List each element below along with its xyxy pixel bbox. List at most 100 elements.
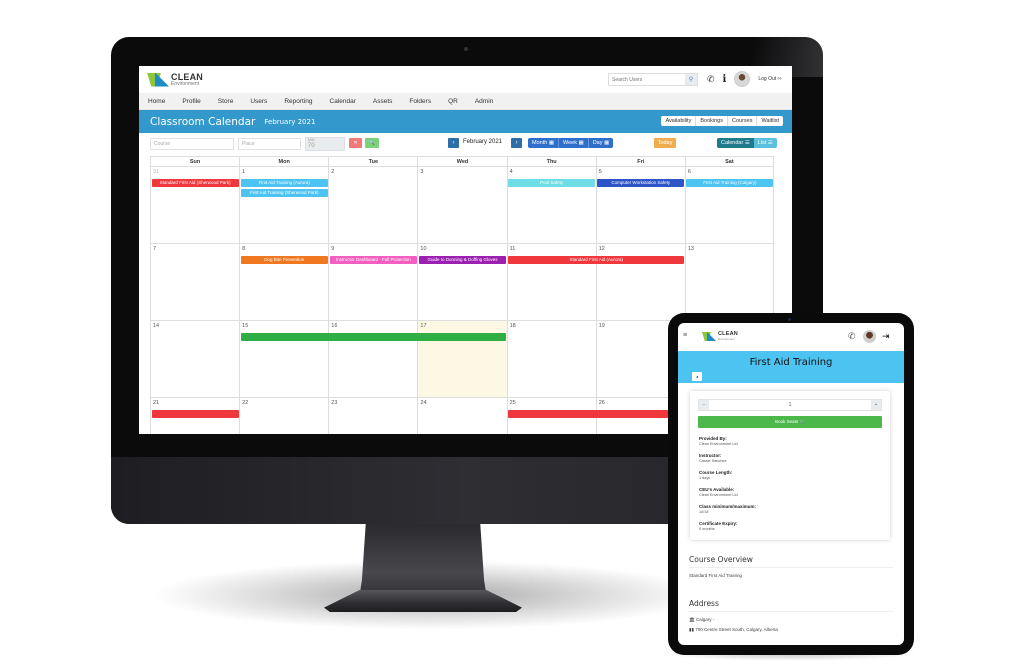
calendar-view-toggle[interactable]: Calendar ☰ [717,138,754,148]
course-filter-input[interactable]: Course [150,138,234,150]
nav-profile[interactable]: Profile [182,98,200,105]
day-number: 5 [598,169,602,175]
field-provided-by: Provided By: Clean Environment Ltd [699,436,738,446]
calendar-day-cell[interactable]: 23 [328,398,417,434]
day-number: 22 [242,400,249,406]
calendar-event[interactable]: Instructor Dashboard - Fall Protection [329,256,417,264]
day-number: 6 [687,169,691,175]
calendar-event[interactable]: Pool Safety [508,179,596,187]
nav-folders[interactable]: Folders [409,98,431,105]
min-seats-input[interactable]: MIN 70 [305,137,345,151]
weekday-fri: Fri [595,157,685,167]
day-number: 18 [509,323,516,329]
field-value: Clean Environment Ltd [699,493,738,497]
field-label: Certificate Expiry: [699,521,738,526]
calendar-week: 7 8 9 10 11 12 13 Dog Bite Prevention Instructor… [150,244,774,321]
calendar-day-cell[interactable]: 24 [417,398,506,434]
nav-qr[interactable]: QR [448,98,458,105]
next-month-button[interactable]: › [511,138,522,148]
tab-availability[interactable]: Availability [661,116,697,126]
place-filter-input[interactable]: Place [238,138,301,150]
calendar-event[interactable]: Guide to Donning & Doffing Gloves [418,256,507,264]
view-week-button[interactable]: Week ▦ [559,138,589,148]
day-number: 31 [153,169,160,175]
field-course-length: Course Length: 1 days [699,470,732,480]
user-avatar[interactable] [863,330,876,343]
calendar-event[interactable]: Standard First Aid (Aurora) [508,256,685,264]
course-title: First Aid Training [749,357,833,368]
search-users-input[interactable] [609,74,685,85]
tablet-frame: ≡ CLEAN Environment ✆ ⇥ First Aid Traini… [668,313,914,655]
calendar-event[interactable]: Computer Workstation Safety [597,179,685,187]
tab-courses[interactable]: Courses [728,116,758,126]
info-icon[interactable]: i [723,74,727,85]
hamburger-menu-icon[interactable]: ≡ [683,332,687,339]
logo-mark-icon [702,332,717,341]
calendar-event[interactable]: First Aid Training (Sherwood Park) [240,189,328,197]
decrement-button[interactable]: − [699,400,709,410]
prev-month-button[interactable]: ‹ [448,138,459,148]
phone-icon[interactable]: ✆ [707,74,715,85]
user-avatar[interactable] [734,71,751,87]
booking-card: − 1 + Book Seats 🛒 Provided By: Clean En… [690,391,890,540]
calendar-event[interactable] [240,333,507,341]
logo[interactable]: CLEAN Environment [147,72,203,87]
calendar-day-cell[interactable]: 3 [417,167,506,243]
field-ceus: CEU's Available: Clean Environment Ltd [699,487,738,497]
book-seats-button[interactable]: Book Seats 🛒 [698,416,882,428]
today-button[interactable]: Today [654,138,676,148]
nav-store[interactable]: Store [218,98,234,105]
day-number: 17 [420,323,427,329]
day-number: 11 [509,246,516,252]
calendar-event[interactable] [151,410,239,418]
nav-calendar[interactable]: Calendar [330,98,356,105]
tab-waitlist[interactable]: Waitlist [757,116,783,126]
tablet-camera [788,318,791,321]
search-icon[interactable]: ⚲ [685,74,697,85]
min-value: 70 [308,143,315,149]
view-month-button[interactable]: Month ▦ [528,138,560,148]
address-street[interactable]: ▮▮ 700 Centre Street South, Calgary, Alb… [689,627,893,633]
calendar-event[interactable]: First Aid Training (Aurora) [240,179,328,187]
day-number: 4 [509,169,513,175]
calendar-day-cell[interactable]: 18 [506,321,596,397]
field-instructor: Instructor: Cassie Sanchez [699,453,726,463]
nav-users[interactable]: Users [250,98,267,105]
day-number: 1 [242,169,246,175]
quantity-value[interactable]: 1 [709,400,871,410]
increment-button[interactable]: + [871,400,881,410]
logo-subtitle: Environment [171,80,200,87]
calendar-event[interactable]: Standard First Aid (Sherwood Park) [151,179,239,187]
calendar-day-cell[interactable]: 22 [239,398,328,434]
tablet-logo-subtitle: Environment [718,336,735,341]
calendar-day-cell[interactable]: 13 [684,244,774,320]
field-label: Instructor: [699,453,722,458]
list-view-toggle[interactable]: List ☰ [753,138,777,148]
min-label: MIN [308,138,315,142]
calendar-event[interactable]: Dog Bite Prevention [240,256,328,264]
view-day-button[interactable]: Day ▦ [589,138,614,148]
search-filter-button[interactable]: 🔍 [365,138,379,148]
phone-icon[interactable]: ✆ [848,331,856,342]
subtabs: Availability Bookings Courses Waitlist [661,116,783,126]
calendar-day-cell[interactable]: 2 [328,167,417,243]
calendar-event[interactable]: First Aid Training (Calgary) [686,179,774,187]
page-title: Classroom Calendar [150,115,256,128]
view-switcher: Month ▦ Week ▦ Day ▦ [528,138,614,148]
day-number: 23 [331,400,338,406]
tab-bookings[interactable]: Bookings [696,116,728,126]
nav-admin[interactable]: Admin [475,98,493,105]
logo-mark-icon [147,72,169,87]
calendar-day-cell[interactable]: 7 [150,244,239,320]
back-button[interactable]: ◂ [692,372,702,381]
nav-assets[interactable]: Assets [373,98,393,105]
calendar-day-cell[interactable]: 14 [150,321,239,397]
tablet-logo[interactable]: CLEAN Environment [702,332,738,341]
day-number: 14 [153,323,160,329]
logout-icon[interactable]: ⇥ [882,331,890,342]
nav-home[interactable]: Home [148,98,165,105]
nav-reporting[interactable]: Reporting [284,98,312,105]
logout-button[interactable]: Log Out ⇰ [758,76,781,82]
clear-filter-button[interactable]: ✕ [349,138,362,148]
address-city: 🏛 Calgary - [689,617,715,622]
